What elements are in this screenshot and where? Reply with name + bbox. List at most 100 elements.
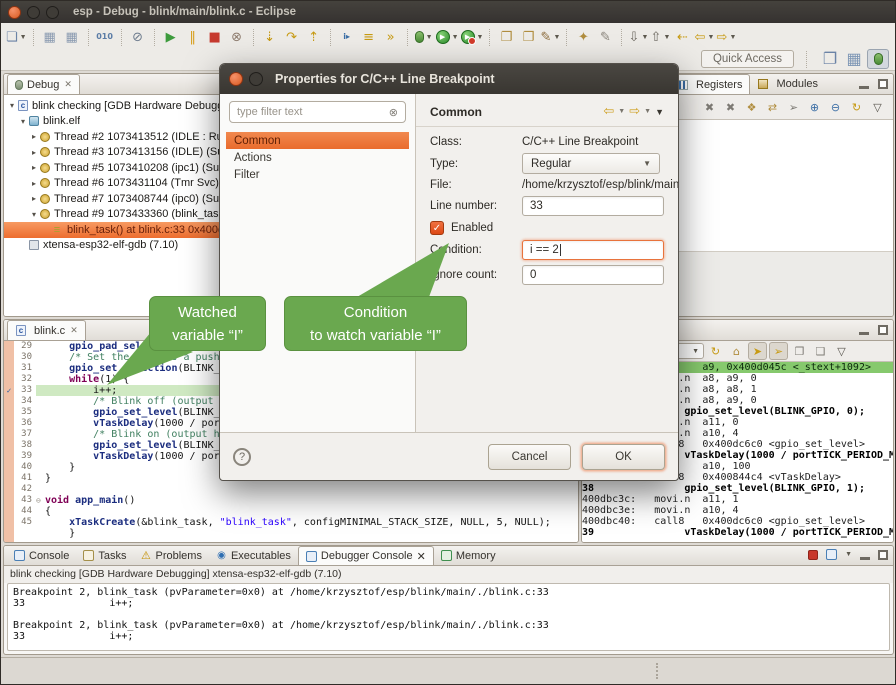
refresh[interactable]: ↻ — [847, 98, 866, 116]
cancel-button[interactable]: Cancel — [488, 444, 571, 470]
disconnect[interactable]: ⊗ — [227, 27, 247, 48]
twistie-icon[interactable]: ▸ — [29, 163, 39, 172]
maximize-icon[interactable] — [878, 325, 888, 335]
type-dropdown[interactable]: Regular ▼ — [522, 153, 660, 174]
line-number-input[interactable]: 33 — [522, 196, 664, 216]
save-all[interactable]: ▦ — [62, 27, 82, 48]
terminate[interactable]: ■ — [205, 27, 225, 48]
step-over[interactable]: ↷ — [282, 27, 302, 48]
twistie-icon[interactable]: ▾ — [29, 210, 39, 219]
pin-view[interactable]: ❑ — [811, 342, 830, 360]
debug-tree-item[interactable]: ▸Thread #3 1073413156 (IDLE) (Suspended) — [4, 145, 230, 161]
restore-default[interactable]: ⇄ — [763, 98, 782, 116]
maximize-icon[interactable] — [878, 79, 888, 89]
open-new-view[interactable]: ❐ — [790, 342, 809, 360]
minimize-icon[interactable] — [859, 86, 869, 89]
debug-tree-item[interactable]: ▸Thread #7 1073408744 (ipc0) (Suspended) — [4, 191, 230, 207]
binary-view[interactable]: 010 — [95, 27, 115, 48]
perspective-debug[interactable] — [867, 49, 889, 69]
dialog-nav-item-filter[interactable]: Filter — [226, 166, 409, 183]
display-console-icon[interactable] — [826, 549, 837, 560]
minimize-icon[interactable] — [860, 557, 870, 560]
tab-executables[interactable]: ◉Executables — [209, 546, 298, 565]
registers-content[interactable] — [666, 120, 893, 252]
chevron-down-icon[interactable]: ▼ — [644, 108, 651, 115]
filter-input[interactable]: type filter text ⊗ — [229, 101, 406, 123]
maximize-icon[interactable] — [878, 550, 888, 560]
dialog-nav-item-common[interactable]: Common — [226, 132, 409, 149]
tab-memory[interactable]: Memory — [434, 546, 503, 565]
open-element[interactable]: ❐ — [496, 27, 516, 48]
track-expression[interactable]: ➢ — [769, 342, 788, 360]
twistie-icon[interactable]: ▸ — [29, 132, 39, 141]
instruction-stepping[interactable]: i▸ — [337, 27, 357, 48]
skip-all-breakpoints[interactable]: ⊘ — [128, 27, 148, 48]
close-icon[interactable]: ✕ — [417, 550, 426, 563]
window-minimize-button[interactable] — [27, 6, 40, 19]
twistie-icon[interactable]: ▸ — [29, 179, 39, 188]
debug-tree-item[interactable]: ▾cblink checking [GDB Hardware Debugging… — [4, 98, 230, 114]
back-arrow-icon[interactable]: ⇦ — [603, 104, 614, 119]
window-close-button[interactable] — [8, 6, 21, 19]
debug-tree-item[interactable]: ▸Thread #2 1073413512 (IDLE : Running) — [4, 129, 230, 145]
tab-modules[interactable]: Modules — [750, 74, 825, 94]
dialog-minimize-button[interactable] — [249, 72, 263, 86]
twistie-icon[interactable]: ▸ — [29, 194, 39, 203]
dialog-nav-item-actions[interactable]: Actions — [226, 149, 409, 166]
dialog-close-button[interactable] — [229, 72, 243, 86]
add-register-group[interactable]: ❖ — [742, 98, 761, 116]
last-edit-location[interactable]: ⇠ — [672, 27, 692, 48]
minimize-icon[interactable] — [859, 332, 869, 335]
ignore-count-input[interactable]: 0 — [522, 265, 664, 285]
debug-tree-item[interactable]: xtensa-esp32-elf-gdb (7.10) — [4, 238, 230, 254]
view-menu-icon[interactable]: ▼ — [655, 107, 664, 117]
tab-registers[interactable]: Registers — [669, 74, 750, 94]
enabled-checkbox[interactable]: ✓ — [430, 221, 444, 235]
search[interactable]: ✦ — [573, 27, 593, 48]
step-into[interactable]: ⇣ — [260, 27, 280, 48]
suspend[interactable]: ‖ — [183, 27, 203, 48]
show-debug-context[interactable]: ≡ — [359, 27, 379, 48]
tab-debugger-console[interactable]: Debugger Console✕ — [298, 546, 434, 565]
close-icon[interactable]: ✕ — [70, 325, 78, 336]
clear-filter-icon[interactable]: ⊗ — [389, 106, 398, 119]
debug-tree-item[interactable]: ▸Thread #6 1073431104 (Tmr Svc) (Suspend… — [4, 176, 230, 192]
previous-annotation[interactable]: ⇧▼ — [650, 27, 670, 48]
debug-tree-item[interactable]: ▸Thread #5 1073410208 (ipc1) (Suspended) — [4, 160, 230, 176]
view-menu[interactable]: ▽ — [832, 342, 851, 360]
back[interactable]: ⇦▼ — [694, 27, 714, 48]
forward-arrow-icon[interactable]: ⇨ — [629, 104, 640, 119]
twistie-icon[interactable]: ▾ — [7, 101, 17, 110]
go-home[interactable]: ⌂ — [727, 342, 746, 360]
perspective-cpp[interactable]: ▦ — [843, 49, 865, 69]
terminate-icon[interactable] — [808, 550, 818, 560]
tab-debug[interactable]: Debug ✕ — [7, 74, 80, 94]
tab-tasks[interactable]: Tasks — [76, 546, 133, 565]
remove-all[interactable]: ✖ — [721, 98, 740, 116]
open-perspective[interactable]: ❐ — [819, 49, 841, 69]
resume[interactable]: ▶ — [161, 27, 181, 48]
view-menu[interactable]: ▽ — [868, 98, 887, 116]
open-resource[interactable]: ❐ — [518, 27, 538, 48]
annotate[interactable]: ✎▼ — [540, 27, 560, 48]
step-return[interactable]: ⇡ — [304, 27, 324, 48]
sync-with-stack-frame[interactable]: ➤ — [748, 342, 767, 360]
debug-tree-item[interactable]: ▾Thread #9 1073433360 (blink_task : Runn… — [4, 207, 230, 223]
mark-occurrences[interactable]: ✎ — [595, 27, 615, 48]
use-step-filters[interactable]: » — [381, 27, 401, 48]
close-icon[interactable]: ✕ — [64, 79, 72, 90]
twistie-icon[interactable]: ▸ — [29, 148, 39, 157]
tab-blink-c[interactable]: c blink.c ✕ — [7, 320, 86, 340]
remove-selected[interactable]: ✖ — [700, 98, 719, 116]
next-annotation[interactable]: ⇩▼ — [628, 27, 648, 48]
fold-icon[interactable]: ⊖ — [36, 495, 45, 506]
forward[interactable]: ⇨▼ — [716, 27, 736, 48]
condition-input[interactable]: i == 2 — [522, 240, 664, 260]
chevron-down-icon[interactable]: ▼ — [618, 108, 625, 115]
save[interactable]: ▦ — [40, 27, 60, 48]
console-output[interactable]: Breakpoint 2, blink_task (pvParameter=0x… — [7, 583, 890, 651]
twistie-icon[interactable]: ▾ — [18, 117, 28, 126]
pointer-mode[interactable]: ➢ — [784, 98, 803, 116]
collapse-all[interactable]: ⊖ — [826, 98, 845, 116]
expand-all[interactable]: ⊕ — [805, 98, 824, 116]
